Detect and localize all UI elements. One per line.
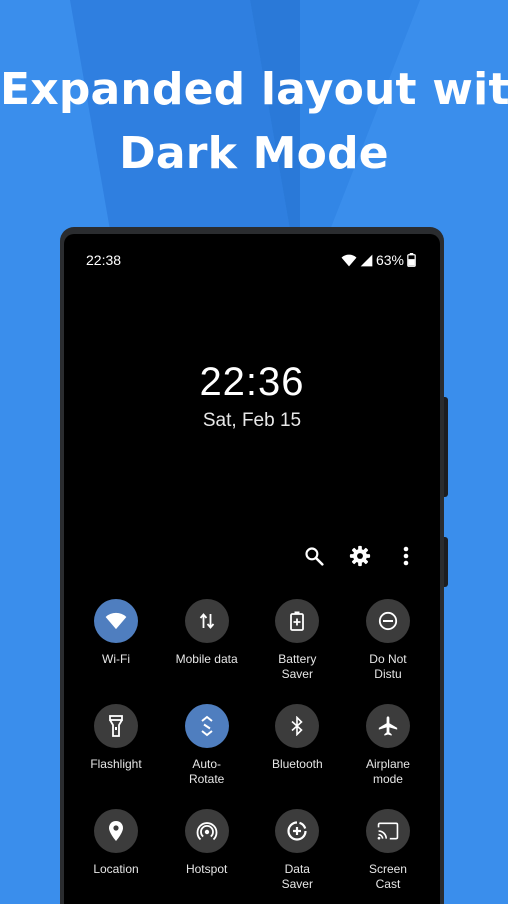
more-vert-icon: [403, 546, 409, 566]
lockscreen-date: Sat, Feb 15: [202, 410, 302, 431]
do-not-disturb-icon: [378, 611, 398, 631]
phone-volume-button: [444, 397, 448, 497]
data-saver-icon: [287, 821, 307, 841]
more-options-button[interactable]: [394, 544, 418, 568]
tile-auto-rotate[interactable]: Auto- Rotate: [162, 704, 252, 787]
cell-signal-icon: [360, 254, 373, 266]
promo-stage: Expanded layout with Dark Mode 22:38 63%: [0, 0, 508, 904]
lockscreen-time: 22:36: [199, 360, 305, 404]
screen-cast-icon: [377, 822, 399, 840]
search-icon: [305, 547, 324, 566]
tile-data-saver[interactable]: Data Saver: [252, 809, 342, 892]
search-button[interactable]: [302, 544, 326, 568]
tile-battery-saver-label: Battery Saver: [278, 652, 317, 681]
tile-mobile-data-label: Mobile data: [175, 652, 238, 666]
tile-airplane-mode-label: Airplane mode: [365, 757, 410, 786]
settings-button[interactable]: [348, 544, 372, 568]
hotspot-icon: [196, 822, 218, 841]
promo-headline: Expanded layout with Dark Mode: [0, 58, 508, 186]
status-icons: 63%: [341, 252, 416, 268]
status-time: 22:38: [86, 252, 122, 268]
tile-mobile-data-circle: [184, 599, 229, 643]
bluetooth-icon: [291, 716, 303, 736]
tile-flashlight-label: Flashlight: [90, 757, 142, 771]
phone-frame: 22:38 63% 22:36 Sat, Feb 15 Wi-Fi Mobile…: [60, 227, 448, 904]
tile-airplane-mode-circle: [365, 704, 410, 748]
tile-hotspot-label: Hotspot: [185, 862, 228, 876]
tile-wifi[interactable]: Wi-Fi: [71, 599, 161, 682]
tile-airplane-mode[interactable]: Airplane mode: [343, 704, 433, 787]
tile-battery-saver-circle: [275, 599, 320, 643]
gear-icon: [349, 545, 371, 567]
tile-flashlight-circle: [94, 704, 138, 748]
tile-row-1: Wi-Fi Mobile data Battery Saver Do Not D…: [71, 599, 433, 682]
tile-wifi-circle: [94, 599, 138, 643]
tile-row-2: Flashlight Auto- Rotate Bluetooth Airpla…: [71, 704, 433, 787]
tile-location-circle: [94, 809, 138, 853]
auto-rotate-icon: [201, 715, 213, 737]
tile-bluetooth[interactable]: Bluetooth: [252, 704, 342, 787]
headline-line-1: Expanded layout with: [0, 64, 508, 115]
headline-line-2: Dark Mode: [119, 128, 389, 179]
tile-bluetooth-circle: [275, 704, 320, 748]
tile-screen-cast[interactable]: Screen Cast: [343, 809, 433, 892]
tile-screen-cast-circle: [365, 809, 410, 853]
tile-location[interactable]: Location: [71, 809, 161, 892]
tile-do-not-disturb-circle: [365, 599, 410, 643]
tile-screen-cast-label: Screen Cast: [368, 862, 407, 891]
tile-location-label: Location: [93, 862, 139, 876]
status-bar: 22:38 63%: [86, 252, 416, 272]
tile-auto-rotate-circle: [184, 704, 229, 748]
wifi-signal-icon: [341, 254, 357, 266]
tile-auto-rotate-label: Auto- Rotate: [188, 757, 225, 786]
tile-hotspot[interactable]: Hotspot: [162, 809, 252, 892]
tile-bluetooth-label: Bluetooth: [271, 757, 323, 771]
wifi-icon: [105, 612, 127, 630]
tile-battery-saver[interactable]: Battery Saver: [252, 599, 342, 682]
battery-percent: 63%: [375, 252, 404, 268]
location-icon: [109, 821, 123, 841]
tile-mobile-data[interactable]: Mobile data: [162, 599, 252, 682]
battery-saver-icon: [290, 611, 305, 631]
tile-row-3: Location Hotspot Data Saver Screen Cast: [71, 809, 433, 892]
tile-do-not-disturb[interactable]: Do Not Distu: [343, 599, 433, 682]
mobile-data-icon: [199, 613, 214, 629]
tile-wifi-label: Wi-Fi: [102, 652, 130, 666]
tile-data-saver-circle: [275, 809, 320, 853]
phone-screen: 22:38 63% 22:36 Sat, Feb 15 Wi-Fi Mobile…: [64, 234, 440, 904]
quick-settings-toolbar: [302, 544, 418, 568]
flashlight-icon: [109, 715, 123, 737]
airplane-icon: [378, 716, 398, 736]
tile-flashlight[interactable]: Flashlight: [71, 704, 161, 787]
battery-icon: [407, 253, 416, 267]
phone-power-button: [444, 537, 448, 587]
tile-data-saver-label: Data Saver: [281, 862, 313, 891]
tile-do-not-disturb-label: Do Not Distu: [369, 652, 407, 681]
quick-settings-grid: Wi-Fi Mobile data Battery Saver Do Not D…: [71, 599, 433, 904]
tile-hotspot-circle: [184, 809, 229, 853]
